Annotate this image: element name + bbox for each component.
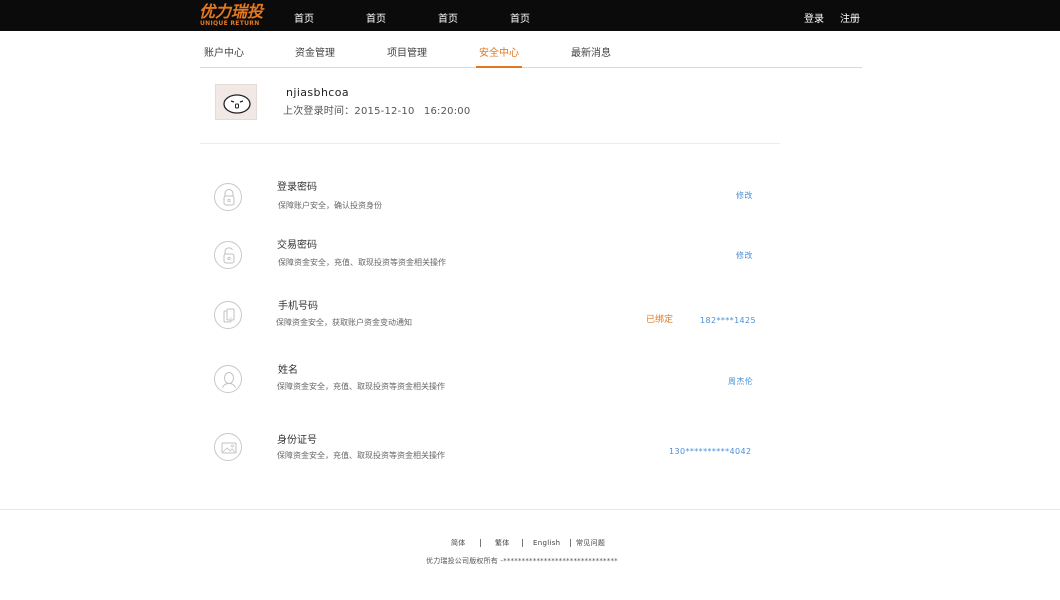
nav-item-home-3[interactable]: 首页 [438,0,458,31]
top-navbar: 优力瑞投 UNIQUE RETURN 首页 首页 首页 首页 登录 注册 [0,0,1060,31]
avatar-face-icon [223,94,251,114]
logo[interactable]: 优力瑞投 UNIQUE RETURN [199,2,265,28]
footer-link-faq[interactable]: 常见问题 [576,539,605,548]
login-link[interactable]: 登录 [804,0,824,31]
footer-link-traditional[interactable]: 繁体 [495,539,510,548]
footer-separator [480,539,481,547]
phone-number-value[interactable]: 182****1425 [700,316,756,326]
active-tab-indicator [476,66,522,68]
copyright-text: 优力瑞投公司版权所有 -****************************… [426,557,618,565]
id-card-icon [214,433,242,461]
real-name-desc: 保障资金安全，充值、取现投资等资金相关操作 [277,382,445,391]
real-name-value[interactable]: 周杰伦 [728,377,753,387]
footer-link-simplified[interactable]: 简体 [451,539,466,548]
real-name-title: 姓名 [278,365,298,376]
tab-project-management[interactable]: 项目管理 [387,47,427,61]
footer-separator [570,539,571,547]
profile-divider [200,143,780,144]
login-password-desc: 保障账户安全，确认投资身份 [278,201,382,210]
tab-account-center[interactable]: 账户中心 [204,47,244,61]
username: njiasbhcoa [286,86,350,99]
id-number-value[interactable]: 130**********4042 [669,447,751,457]
avatar[interactable] [215,84,257,120]
last-login-time: 16:20:00 [423,106,471,117]
modify-login-password-link[interactable]: 修改 [736,191,753,201]
nav-item-home-4[interactable]: 首页 [510,0,530,31]
login-password-title: 登录密码 [277,182,317,193]
tab-latest-news[interactable]: 最新消息 [571,47,611,61]
nav-item-home-1[interactable]: 首页 [294,0,314,31]
lock-icon [214,183,242,211]
person-icon [214,365,242,393]
tab-fund-management[interactable]: 资金管理 [295,47,335,61]
phone-bound-status: 已绑定 [646,315,674,325]
logo-text: 优力瑞投 [199,2,264,21]
footer-divider [0,509,1060,510]
modify-trade-password-link[interactable]: 修改 [736,251,753,261]
tab-security-center[interactable]: 安全中心 [479,47,519,61]
phone-icon [214,301,242,329]
subnav-divider [200,67,862,68]
trade-password-desc: 保障资金安全，充值、取现投资等资金相关操作 [278,258,446,267]
phone-number-title: 手机号码 [278,301,318,312]
logo-subtext: UNIQUE RETURN [200,20,260,27]
id-number-title: 身份证号 [277,435,317,446]
last-login-info: 上次登录时间：2015-12-10 16:20:00 [283,105,476,118]
id-number-desc: 保障资金安全，充值、取现投资等资金相关操作 [277,451,445,460]
unlock-icon [214,241,242,269]
footer-separator [522,539,523,547]
phone-number-desc: 保障资金安全，获取账户资金变动通知 [276,318,412,327]
footer-link-english[interactable]: English [533,539,560,548]
last-login-date: 上次登录时间：2015-12-10 [283,106,415,117]
nav-item-home-2[interactable]: 首页 [366,0,386,31]
register-link[interactable]: 注册 [840,0,860,31]
trade-password-title: 交易密码 [277,240,317,251]
